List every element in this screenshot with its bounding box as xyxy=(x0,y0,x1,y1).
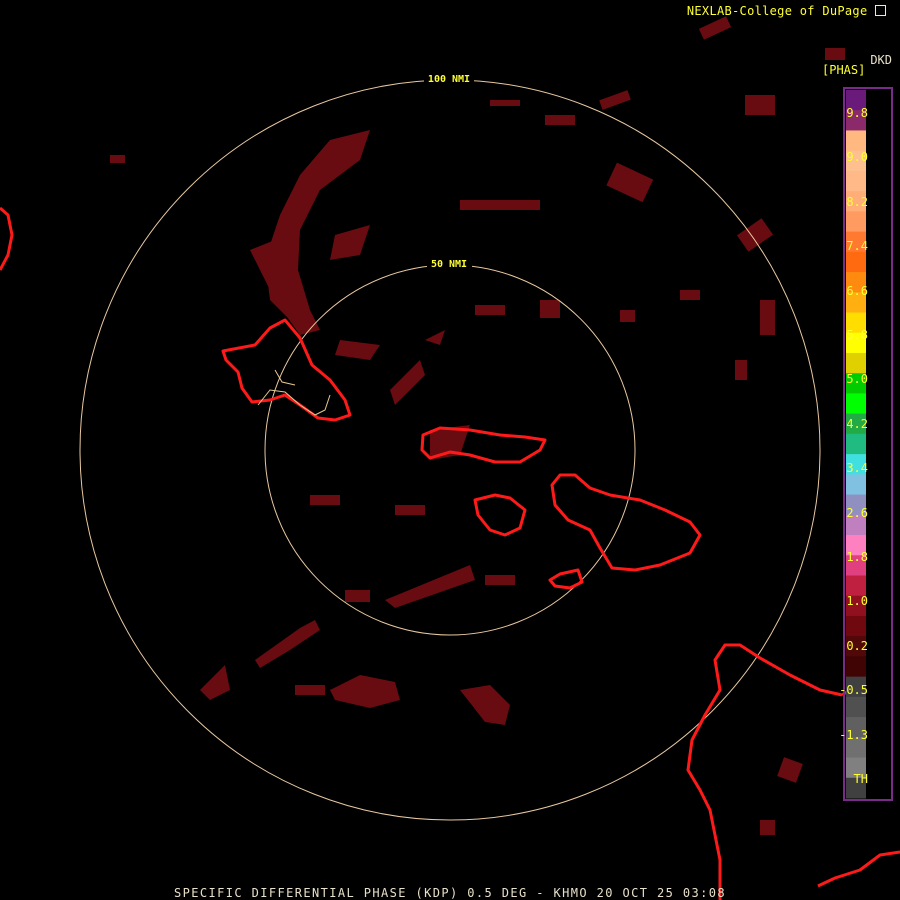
color-scale-swatch xyxy=(846,352,866,374)
range-label-100-nmi: 100 NMI xyxy=(428,74,470,85)
color-scale-swatch xyxy=(846,251,866,273)
color-scale-swatch xyxy=(846,474,866,496)
coastline-oahu xyxy=(221,318,352,422)
credit-text: NEXLAB-College of DuPage xyxy=(686,4,868,18)
legend-tick-label: 9.8 xyxy=(846,106,868,120)
color-scale-swatch xyxy=(846,575,866,597)
legend-tick-label: -1.3 xyxy=(839,727,868,742)
legend-tick-label: 4.2 xyxy=(846,416,868,431)
corner-arrow-icon xyxy=(875,5,886,16)
coastline-kauai-edge xyxy=(0,206,14,271)
legend-product-code: DKD xyxy=(870,53,892,67)
color-scale-swatch xyxy=(846,656,866,678)
color-scale-swatch xyxy=(846,393,866,415)
color-scale-swatch xyxy=(846,696,866,718)
legend-tick-label: 7.4 xyxy=(846,239,868,254)
coastline-maui xyxy=(550,473,702,572)
legend-tick-label: 6.6 xyxy=(846,283,868,298)
legend-tick-label: 8.2 xyxy=(846,194,868,209)
color-scale-swatch xyxy=(846,211,866,233)
color-scale-swatch xyxy=(846,170,866,192)
legend-tick-label: 9.0 xyxy=(846,150,868,165)
product-caption: SPECIFIC DIFFERENTIAL PHASE (KDP) 0.5 DE… xyxy=(174,886,726,900)
legend-tick-label: 5.0 xyxy=(846,372,868,387)
legend-tick-label: 3.4 xyxy=(846,461,868,476)
coastline-detail xyxy=(257,369,331,416)
coastline-kahoolawe xyxy=(548,568,584,590)
legend-tick-label: TH xyxy=(853,772,868,786)
color-scale-swatch xyxy=(846,433,866,455)
radar-echoes xyxy=(110,16,845,835)
coastline-lanai xyxy=(473,493,527,537)
legend-tick-label: 2.6 xyxy=(846,505,868,520)
radar-map: 100 NMI 50 NMI xyxy=(0,16,900,900)
legend-tick-label: 0.2 xyxy=(846,638,868,653)
color-scale-swatch xyxy=(846,130,866,152)
range-label-50-nmi: 50 NMI xyxy=(431,259,467,270)
legend-tick-label: 1.8 xyxy=(846,550,868,564)
credit-label: NEXLAB-College of DuPage xyxy=(687,4,886,18)
legend-units: [PHAS] xyxy=(822,63,866,77)
legend-tick-label: 1.0 xyxy=(846,594,868,609)
legend-tick-label: -0.5 xyxy=(839,683,868,698)
legend-tick-label: 5.8 xyxy=(846,328,868,342)
color-scale-swatch xyxy=(846,615,866,637)
